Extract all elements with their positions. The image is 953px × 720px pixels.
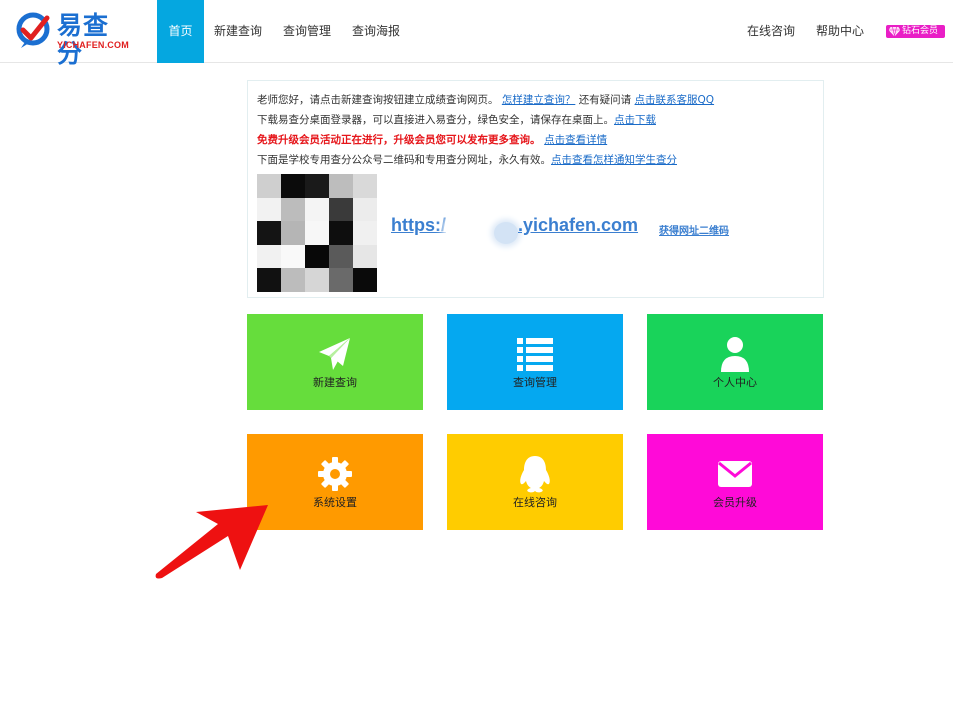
notice-text-3: 免费升级会员活动正在进行，升级会员您可以发布更多查询。 <box>257 134 541 146</box>
qr-cell <box>257 268 281 292</box>
nav-home[interactable]: 首页 <box>157 0 204 63</box>
notice-line-2: 下载易查分桌面登录器，可以直接进入易查分，绿色安全，请保存在桌面上。点击下载 <box>257 113 656 127</box>
qr-cell <box>305 244 329 269</box>
url-redaction-blot <box>494 222 518 244</box>
gear-icon <box>318 457 352 491</box>
qr-cell <box>281 174 305 198</box>
tile-label: 在线咨询 <box>513 496 557 509</box>
notice-line-3: 免费升级会员活动正在进行，升级会员您可以发布更多查询。 点击查看详情 <box>257 133 607 147</box>
qr-cell <box>329 268 353 292</box>
vip-label: 钻石会员 <box>902 26 939 36</box>
paper-plane-icon <box>319 338 350 370</box>
get-url-qrcode-link[interactable]: 获得网址二维码 <box>659 222 729 237</box>
nav-new-query[interactable]: 新建查询 <box>209 0 267 63</box>
qr-cell <box>257 221 281 245</box>
qr-cell <box>329 244 353 269</box>
qr-cell <box>305 221 329 245</box>
qr-code-image <box>257 174 377 292</box>
qr-cell <box>353 197 377 222</box>
qr-cell <box>257 244 281 269</box>
tile-label: 个人中心 <box>713 376 757 389</box>
qr-cell <box>353 244 377 269</box>
list-icon <box>517 338 553 371</box>
how-to-create-link[interactable]: 怎样建立查询？ <box>502 94 576 106</box>
notice-text-1b: 还有疑问请 <box>578 94 632 106</box>
school-query-url-suffix[interactable]: .yichafen.com <box>518 215 638 236</box>
diamond-icon <box>889 27 900 36</box>
qr-cell <box>353 221 377 245</box>
qr-cell <box>305 174 329 198</box>
qr-cell <box>329 197 353 222</box>
nav-query-manage[interactable]: 查询管理 <box>278 0 336 63</box>
qr-cell <box>281 268 305 292</box>
tile-query-manage[interactable]: 查询管理 <box>447 314 623 410</box>
notice-text-4: 下面是学校专用查分公众号二维码和专用查分网址，永久有效。 <box>257 154 551 166</box>
nav-help-center[interactable]: 帮助中心 <box>811 0 869 63</box>
school-query-url-prefix[interactable]: https:/ <box>391 215 446 236</box>
qr-cell <box>353 174 377 198</box>
view-details-link[interactable]: 点击查看详情 <box>544 134 607 146</box>
notice-text-1: 老师您好，请点击新建查询按钮建立成绩查询网页。 <box>257 94 499 106</box>
red-pointer-arrow-icon <box>155 505 268 579</box>
qr-cell <box>281 221 305 245</box>
nav-online-consult[interactable]: 在线咨询 <box>742 0 800 63</box>
download-link[interactable]: 点击下载 <box>614 114 656 126</box>
notice-line-1: 老师您好，请点击新建查询按钮建立成绩查询网页。 怎样建立查询？ 还有疑问请 点击… <box>257 93 714 107</box>
notice-line-4: 下面是学校专用查分公众号二维码和专用查分网址，永久有效。点击查看怎样通知学生查分 <box>257 153 677 167</box>
qr-cell <box>257 174 281 198</box>
qr-cell <box>329 221 353 245</box>
tile-personal-center[interactable]: 个人中心 <box>647 314 823 410</box>
user-icon <box>721 337 749 372</box>
notify-students-link[interactable]: 点击查看怎样通知学生查分 <box>551 154 677 166</box>
tile-label: 新建查询 <box>313 376 357 389</box>
tile-label: 会员升级 <box>713 496 757 509</box>
tile-online-consult[interactable]: 在线咨询 <box>447 434 623 530</box>
qr-cell <box>257 197 281 222</box>
diamond-member-badge[interactable]: 钻石会员 <box>886 25 945 38</box>
tile-member-upgrade[interactable]: 会员升级 <box>647 434 823 530</box>
qr-cell <box>305 197 329 222</box>
site-logo[interactable]: 易查分 YICHAFEN.COM <box>15 10 133 68</box>
qr-cell <box>281 197 305 222</box>
tile-new-query[interactable]: 新建查询 <box>247 314 423 410</box>
notice-panel: 老师您好，请点击新建查询按钮建立成绩查询网页。 怎样建立查询？ 还有疑问请 点击… <box>247 80 824 298</box>
qr-cell <box>281 244 305 269</box>
logo-check-icon <box>16 12 50 48</box>
top-navbar: 易查分 YICHAFEN.COM 首页 新建查询 查询管理 查询海报 在线咨询 … <box>0 0 953 68</box>
qr-cell <box>329 174 353 198</box>
tile-label: 查询管理 <box>513 376 557 389</box>
qr-cell <box>353 268 377 292</box>
qq-penguin-icon <box>520 456 550 493</box>
contact-qq-link[interactable]: 点击联系客服QQ <box>635 94 715 106</box>
logo-text-en: YICHAFEN.COM <box>57 40 129 50</box>
nav-query-poster[interactable]: 查询海报 <box>347 0 405 63</box>
notice-text-2: 下载易查分桌面登录器，可以直接进入易查分，绿色安全，请保存在桌面上。 <box>257 114 614 126</box>
envelope-icon <box>718 461 752 487</box>
qr-cell <box>305 268 329 292</box>
